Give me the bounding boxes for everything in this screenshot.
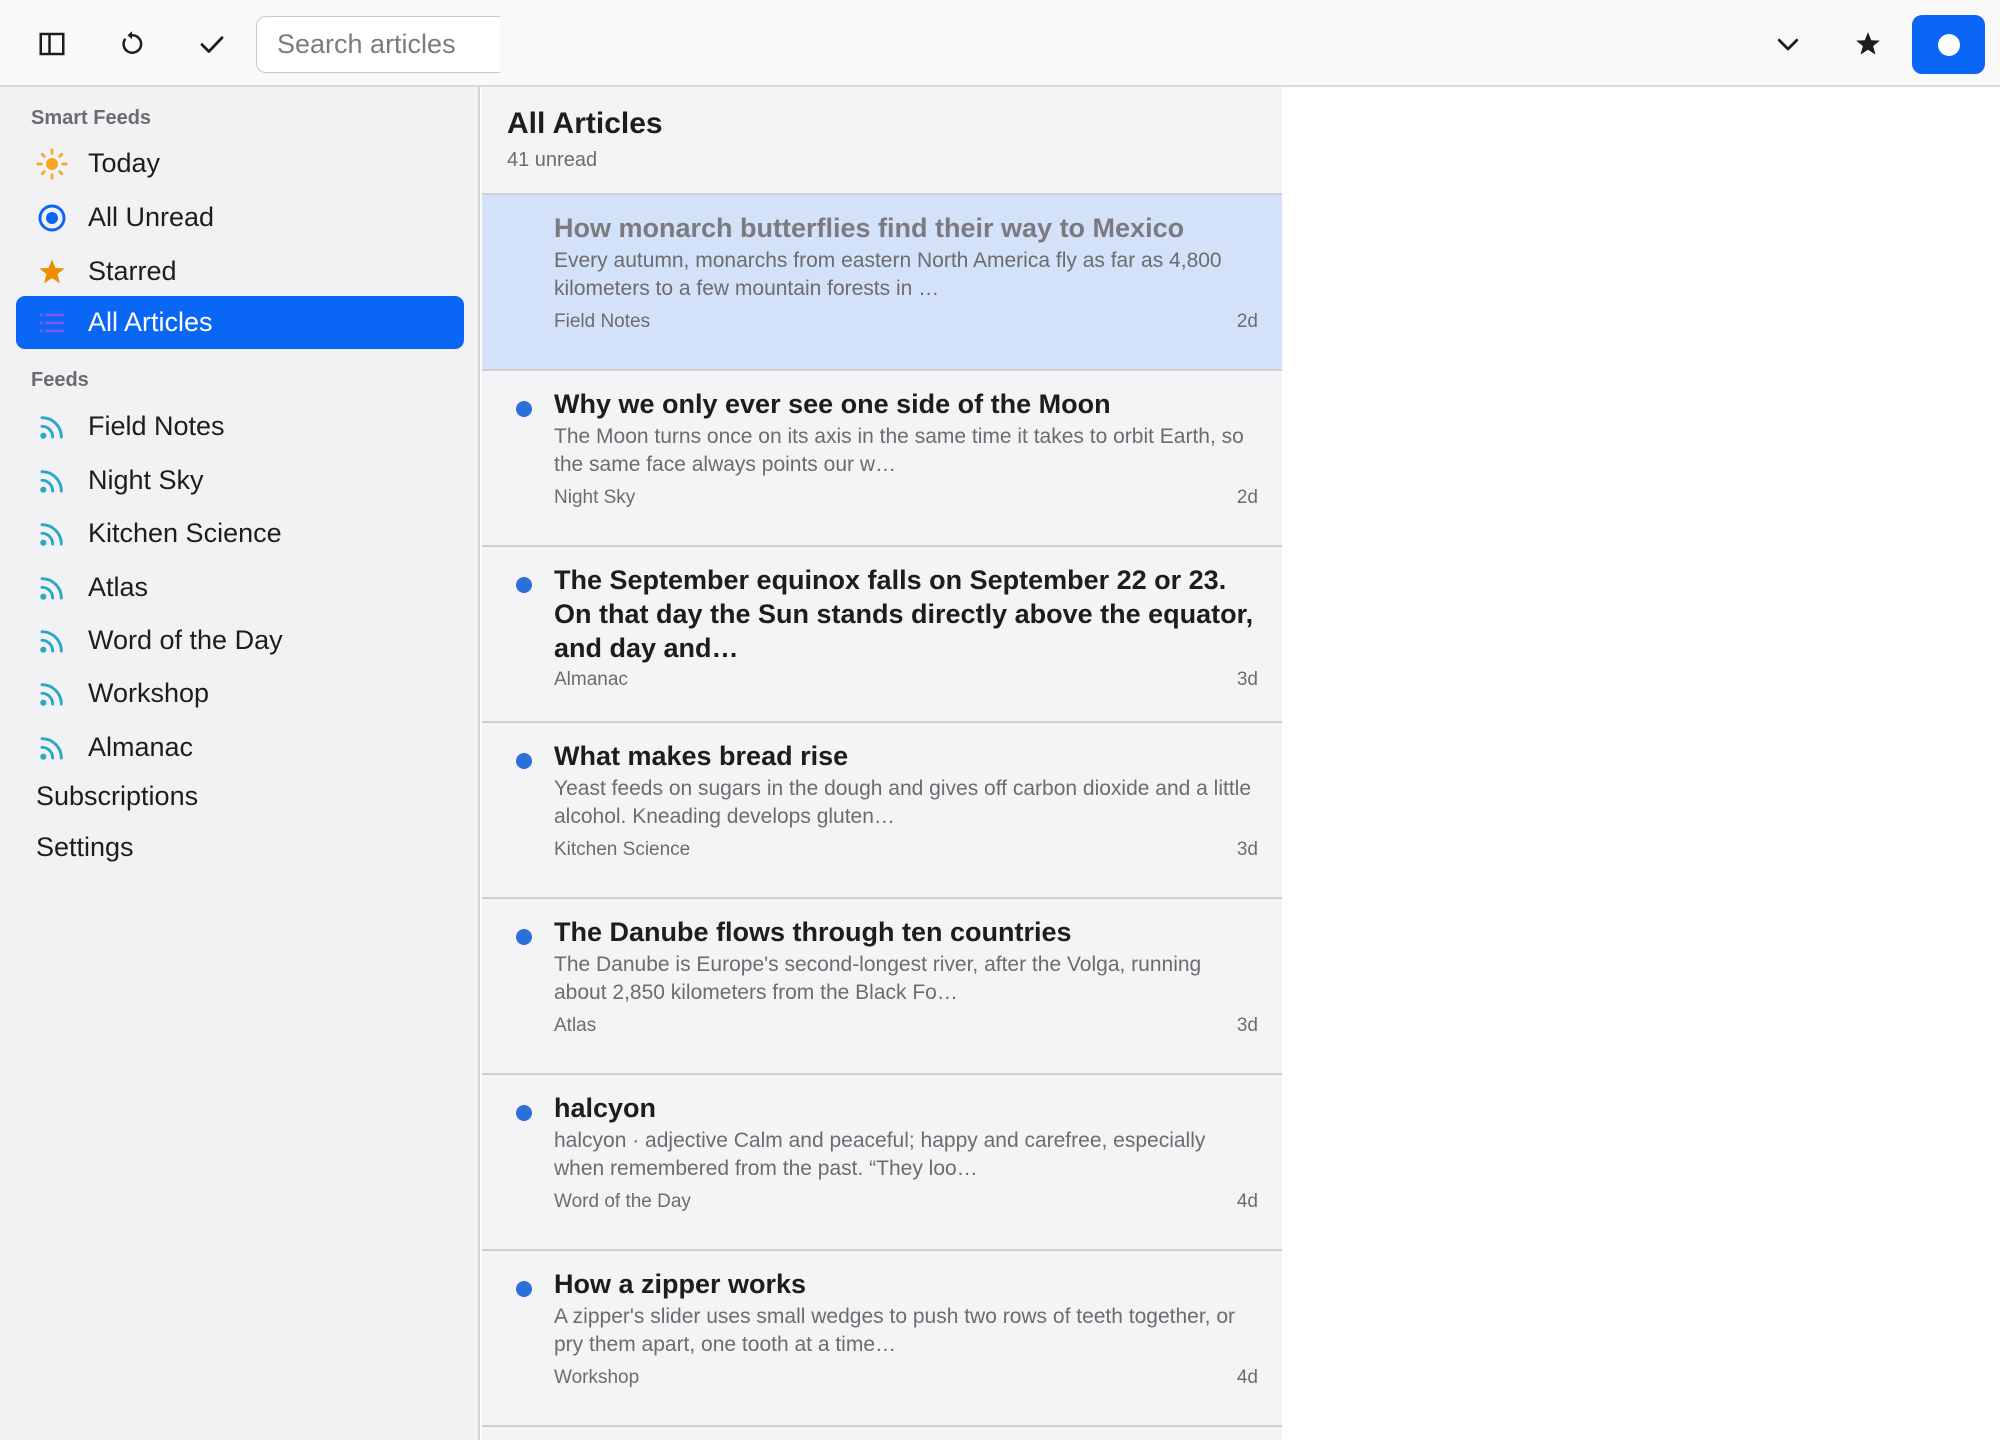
- sidebar-item-night-sky[interactable]: Night Sky: [16, 454, 464, 507]
- sidebar-item-all-unread[interactable]: All Unread: [16, 191, 464, 244]
- sidebar-item-label: Field Notes: [88, 411, 225, 441]
- article-age: 4d: [1236, 1367, 1258, 1388]
- unread-count: 41 unread: [507, 149, 598, 171]
- article-age: 3d: [1236, 1015, 1258, 1036]
- chevron-down-icon: [1777, 38, 1799, 51]
- article-age: 3d: [1236, 839, 1258, 860]
- sidebar-item-label: Today: [88, 148, 161, 178]
- account-button[interactable]: [1912, 15, 1985, 74]
- unread-circle-icon: [16, 191, 88, 244]
- unread-dot-icon: [516, 577, 532, 593]
- article-row[interactable]: What makes bread rise Yeast feeds on sug…: [482, 721, 1282, 897]
- rss-icon: [16, 667, 88, 720]
- article-snippet: Yeast feeds on sugars in the dough and g…: [554, 777, 1251, 828]
- article-title: Why we only ever see one side of the Moo…: [554, 389, 1111, 419]
- article-feed: Atlas: [554, 1015, 597, 1036]
- rss-icon: [16, 400, 88, 453]
- subscriptions-link[interactable]: Subscriptions: [36, 781, 198, 812]
- checkmark-icon: [200, 36, 224, 53]
- smart-feeds-heading: Smart Feeds: [31, 107, 152, 129]
- sidebar-item-workshop[interactable]: Workshop: [16, 667, 464, 720]
- sidebar-item-label: Night Sky: [88, 465, 204, 495]
- unread-dot-icon: [516, 1281, 532, 1297]
- search-input[interactable]: [256, 16, 500, 73]
- settings-link[interactable]: Settings: [36, 832, 134, 863]
- article-title: The Danube flows through ten countries: [554, 917, 1072, 947]
- unread-dot-icon: [516, 753, 532, 769]
- sidebar-item-label: Word of the Day: [88, 625, 283, 655]
- reading-pane: [1282, 87, 2000, 1440]
- sidebar-item-label: Almanac: [88, 732, 194, 762]
- article-snippet: Every autumn, monarchs from eastern Nort…: [554, 249, 1222, 300]
- article-row[interactable]: How a zipper works A zipper's slider use…: [482, 1249, 1282, 1425]
- article-feed: Workshop: [554, 1367, 640, 1388]
- mark-all-read-button[interactable]: [184, 16, 240, 72]
- sidebar-item-label: Atlas: [88, 572, 149, 602]
- rss-icon: [16, 614, 88, 667]
- sun-icon: [16, 137, 88, 190]
- article-list-pane: All Articles 41 unread How monarch butte…: [482, 87, 1282, 1440]
- sidebar-item-label: All Unread: [88, 202, 215, 232]
- article-row[interactable]: halcyon halcyon · adjective Calm and pea…: [482, 1073, 1282, 1249]
- sidebar-item-label: All Articles: [88, 307, 213, 337]
- unread-dot-icon: [516, 1105, 532, 1121]
- sidebar-item-field-notes[interactable]: Field Notes: [16, 400, 464, 453]
- article-snippet: The Danube is Europe's second-longest ri…: [554, 953, 1202, 1004]
- sidebar-toggle-button[interactable]: [24, 16, 80, 72]
- article-title: halcyon: [554, 1093, 657, 1123]
- filter-dropdown-button[interactable]: [1760, 16, 1816, 72]
- article-age: 3d: [1236, 669, 1258, 690]
- article-row[interactable]: The Danube flows through ten countries T…: [482, 897, 1282, 1073]
- article-feed: Word of the Day: [554, 1191, 691, 1212]
- unread-dot-icon: [516, 929, 532, 945]
- sidebar-item-starred[interactable]: Starred: [16, 245, 464, 298]
- article-row[interactable]: How monarch butterflies find their way t…: [482, 193, 1282, 369]
- article-title: How monarch butterflies find their way t…: [554, 213, 1185, 243]
- sidebar: Smart Feeds Today All Unread Starred All…: [0, 87, 480, 1440]
- list-icon: [16, 296, 88, 349]
- feeds-heading: Feeds: [31, 369, 89, 391]
- article-list: How monarch butterflies find their way t…: [482, 193, 1282, 1440]
- article-snippet: halcyon · adjective Calm and peaceful; h…: [554, 1129, 1206, 1180]
- unread-dot-icon: [516, 401, 532, 417]
- article-feed: Kitchen Science: [554, 839, 691, 860]
- rss-icon: [16, 721, 88, 774]
- refresh-button[interactable]: [104, 16, 160, 72]
- sidebar-item-atlas[interactable]: Atlas: [16, 561, 464, 614]
- article-age: 2d: [1236, 311, 1258, 332]
- article-snippet: The Moon turns once on its axis in the s…: [554, 425, 1244, 476]
- list-header: All Articles 41 unread: [482, 87, 1282, 193]
- article-title: What makes bread rise: [554, 741, 849, 771]
- article-row[interactable]: [482, 1425, 1282, 1440]
- article-row[interactable]: The September equinox falls on September…: [482, 545, 1282, 721]
- circle-icon: [1937, 33, 1960, 56]
- sidebar-item-label: Workshop: [88, 678, 210, 708]
- star-icon: [1856, 32, 1880, 55]
- sidebar-item-almanac[interactable]: Almanac: [16, 721, 464, 774]
- article-feed: Almanac: [554, 669, 628, 690]
- article-age: 4d: [1236, 1191, 1258, 1212]
- rss-icon: [16, 454, 88, 507]
- rss-icon: [16, 507, 88, 560]
- sidebar-item-label: Kitchen Science: [88, 518, 282, 548]
- article-age: 2d: [1236, 487, 1258, 508]
- sidebar-toggle-icon: [39, 32, 65, 56]
- sidebar-item-word-of-the-day[interactable]: Word of the Day: [16, 614, 464, 667]
- sidebar-item-today[interactable]: Today: [16, 137, 464, 190]
- sidebar-item-label: Starred: [88, 256, 177, 286]
- star-button[interactable]: [1840, 16, 1896, 72]
- rss-icon: [16, 561, 88, 614]
- sidebar-item-all-articles[interactable]: All Articles: [16, 296, 464, 349]
- article-title: The September equinox falls on September…: [554, 565, 1254, 663]
- article-title: How a zipper works: [554, 1269, 807, 1299]
- page-title: All Articles: [507, 107, 663, 140]
- sidebar-item-kitchen-science[interactable]: Kitchen Science: [16, 507, 464, 560]
- article-row[interactable]: Why we only ever see one side of the Moo…: [482, 369, 1282, 545]
- article-snippet: A zipper's slider uses small wedges to p…: [554, 1305, 1236, 1356]
- refresh-icon: [122, 31, 143, 54]
- article-feed: Night Sky: [554, 487, 636, 508]
- article-feed: Field Notes: [554, 311, 651, 332]
- star-icon: [16, 245, 88, 298]
- toolbar: [0, 0, 2000, 87]
